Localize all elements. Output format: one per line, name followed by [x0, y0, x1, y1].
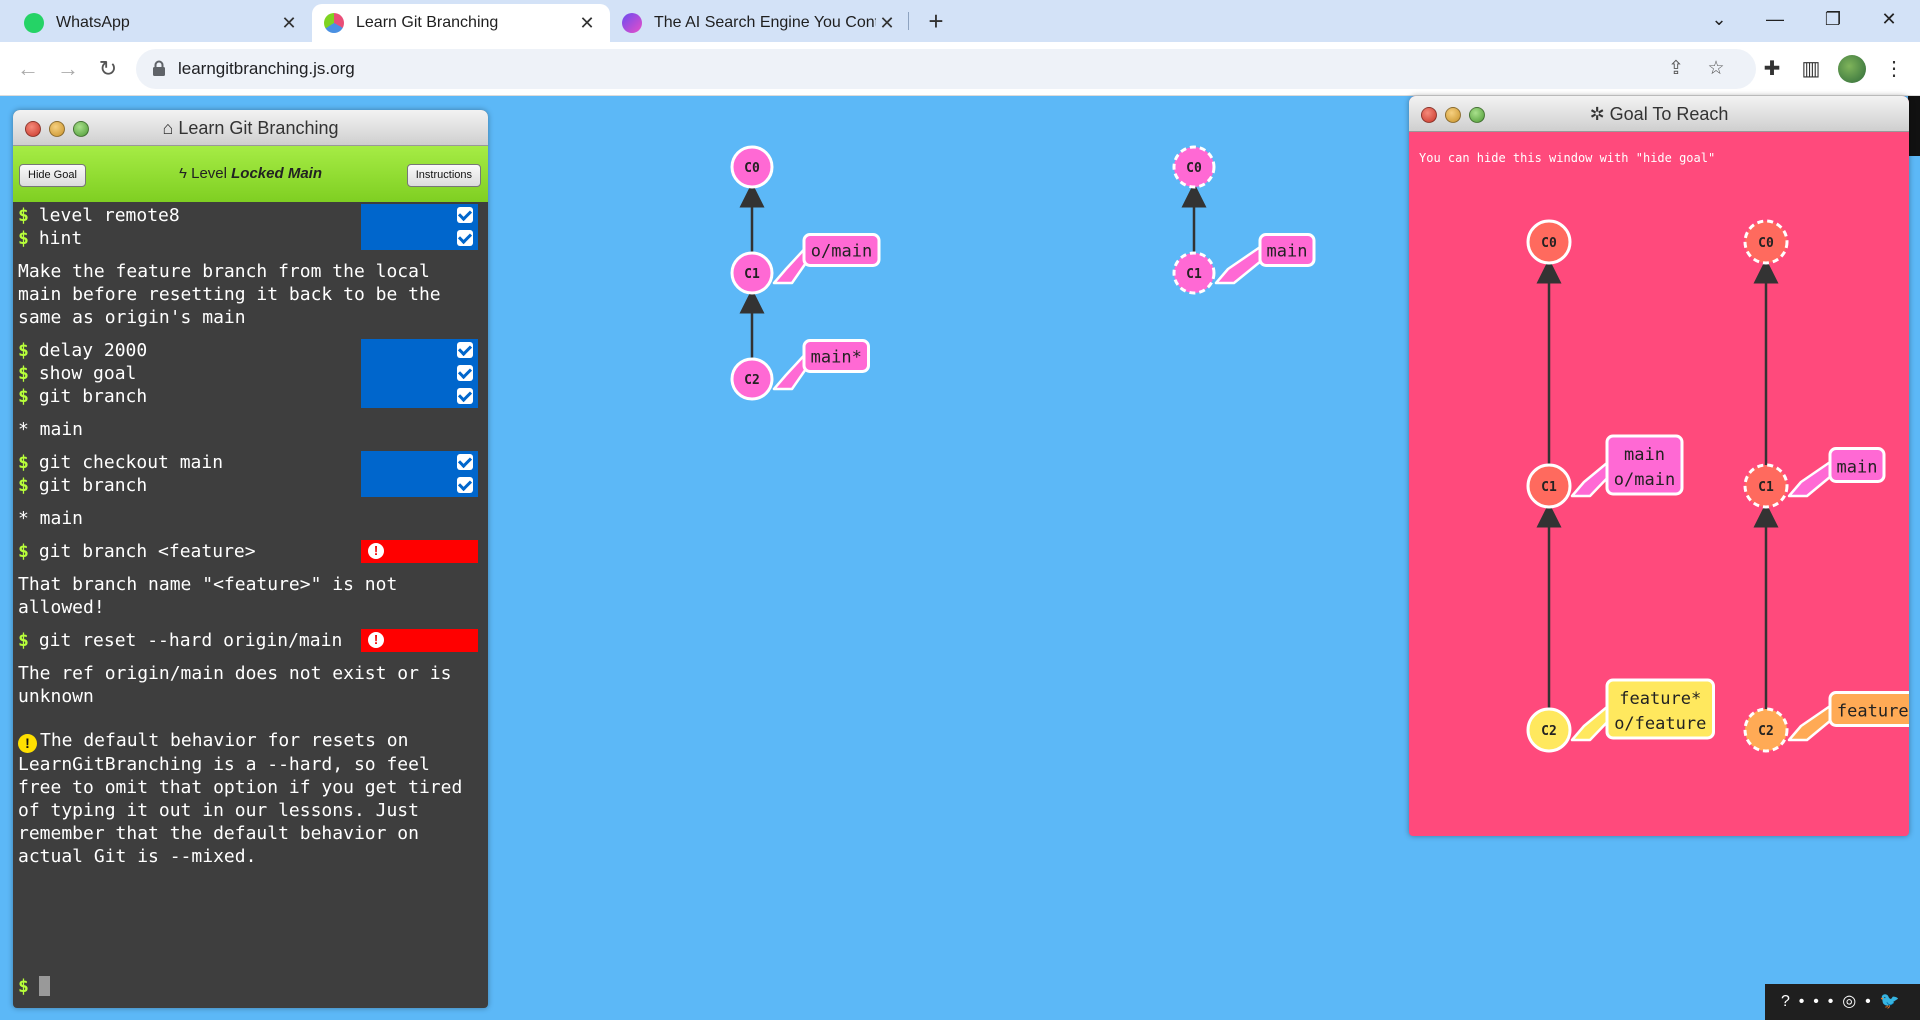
status-error: ! — [361, 629, 478, 652]
branch-label: main — [1837, 458, 1878, 478]
status-error: ! — [361, 540, 478, 563]
status-ok — [361, 339, 478, 408]
commit-label: C0 — [744, 161, 760, 176]
command-window: ⌂ Learn Git Branching Hide Goal ϟ Level … — [13, 110, 488, 1008]
checkbox-icon — [457, 230, 473, 246]
command-window-title: Learn Git Branching — [178, 118, 339, 138]
branch-label: feature — [1837, 702, 1909, 722]
command-output: * main — [18, 419, 84, 440]
text-cursor — [38, 976, 50, 996]
command-output: The ref origin/main does not exist or is… — [18, 663, 463, 707]
command-line: $ level remote8 — [18, 205, 180, 226]
command-history: $ level remote8 $ hint Make the feature br… — [13, 202, 488, 1008]
branch-label: feature* — [1619, 689, 1701, 709]
error-icon: ! — [368, 543, 384, 559]
footer-bar: ? • • • ◎ • 🐦 — [1765, 984, 1920, 1020]
commit-label: C2 — [744, 373, 760, 388]
command-line: $ git branch <feature> — [18, 541, 256, 562]
command-line: $ git branch — [18, 386, 148, 407]
command-output: That branch name "<feature>" is not allo… — [18, 574, 409, 618]
commit-label: C1 — [744, 267, 760, 282]
dot-icon: • — [1813, 993, 1819, 1010]
command-line: $ delay 2000 — [18, 340, 148, 361]
commit-label: C1 — [1541, 480, 1557, 495]
level-name: Locked Main — [231, 165, 322, 182]
command-line: $ hint — [18, 228, 83, 249]
twitter-icon[interactable]: 🐦 — [1880, 993, 1900, 1010]
command-output: Make the feature branch from the local m… — [18, 261, 452, 328]
branch-label: o/main — [1614, 470, 1675, 490]
commit-label: C0 — [1186, 161, 1202, 176]
status-ok — [361, 204, 478, 250]
commit-label: C1 — [1186, 267, 1202, 282]
command-output: * main — [18, 508, 84, 529]
goal-window: ✲ Goal To Reach You can hide this window… — [1409, 96, 1909, 836]
command-line: $ show goal — [18, 363, 137, 384]
command-line: $ git reset --hard origin/main — [18, 630, 343, 651]
help-icon[interactable]: ? — [1781, 993, 1790, 1010]
status-ok — [361, 451, 478, 497]
checkbox-icon — [457, 365, 473, 381]
level-prefix: Level — [191, 165, 227, 182]
branch-label: main — [1267, 242, 1308, 262]
branch-label: main* — [811, 348, 862, 368]
level-bar: Hide Goal ϟ Level Locked Main Instructio… — [13, 146, 488, 202]
command-window-titlebar: ⌂ Learn Git Branching — [13, 110, 488, 146]
command-line: $ git checkout main — [18, 452, 224, 473]
error-icon: ! — [368, 632, 384, 648]
commit-label: C0 — [1758, 236, 1774, 251]
commit-label: C2 — [1541, 724, 1557, 739]
branch-label: main — [1624, 445, 1665, 465]
instructions-button[interactable]: Instructions — [406, 164, 481, 187]
checkbox-icon — [457, 388, 473, 404]
lightning-icon: ϟ — [178, 165, 187, 182]
commit-label: C2 — [1758, 724, 1774, 739]
commit-label: C1 — [1758, 480, 1774, 495]
goal-visualization: C0 C1 C2 main o/main feature* o/feature C0 C1 C2 m… — [1526, 219, 1909, 753]
checkbox-icon — [457, 207, 473, 223]
branch-label: o/feature — [1614, 714, 1706, 734]
warning-message: ! The default behavior for resets on Lear… — [18, 730, 474, 867]
warning-icon: ! — [18, 734, 37, 753]
command-line: $ git branch — [18, 475, 148, 496]
checkbox-icon — [457, 454, 473, 470]
branch-label: o/main — [811, 242, 872, 262]
globe-icon[interactable]: ◎ — [1842, 993, 1856, 1010]
commit-label: C0 — [1541, 236, 1557, 251]
checkbox-icon — [457, 477, 473, 493]
command-input[interactable]: $ — [18, 976, 50, 1000]
home-icon: ⌂ — [162, 118, 174, 138]
checkbox-icon — [457, 342, 473, 358]
